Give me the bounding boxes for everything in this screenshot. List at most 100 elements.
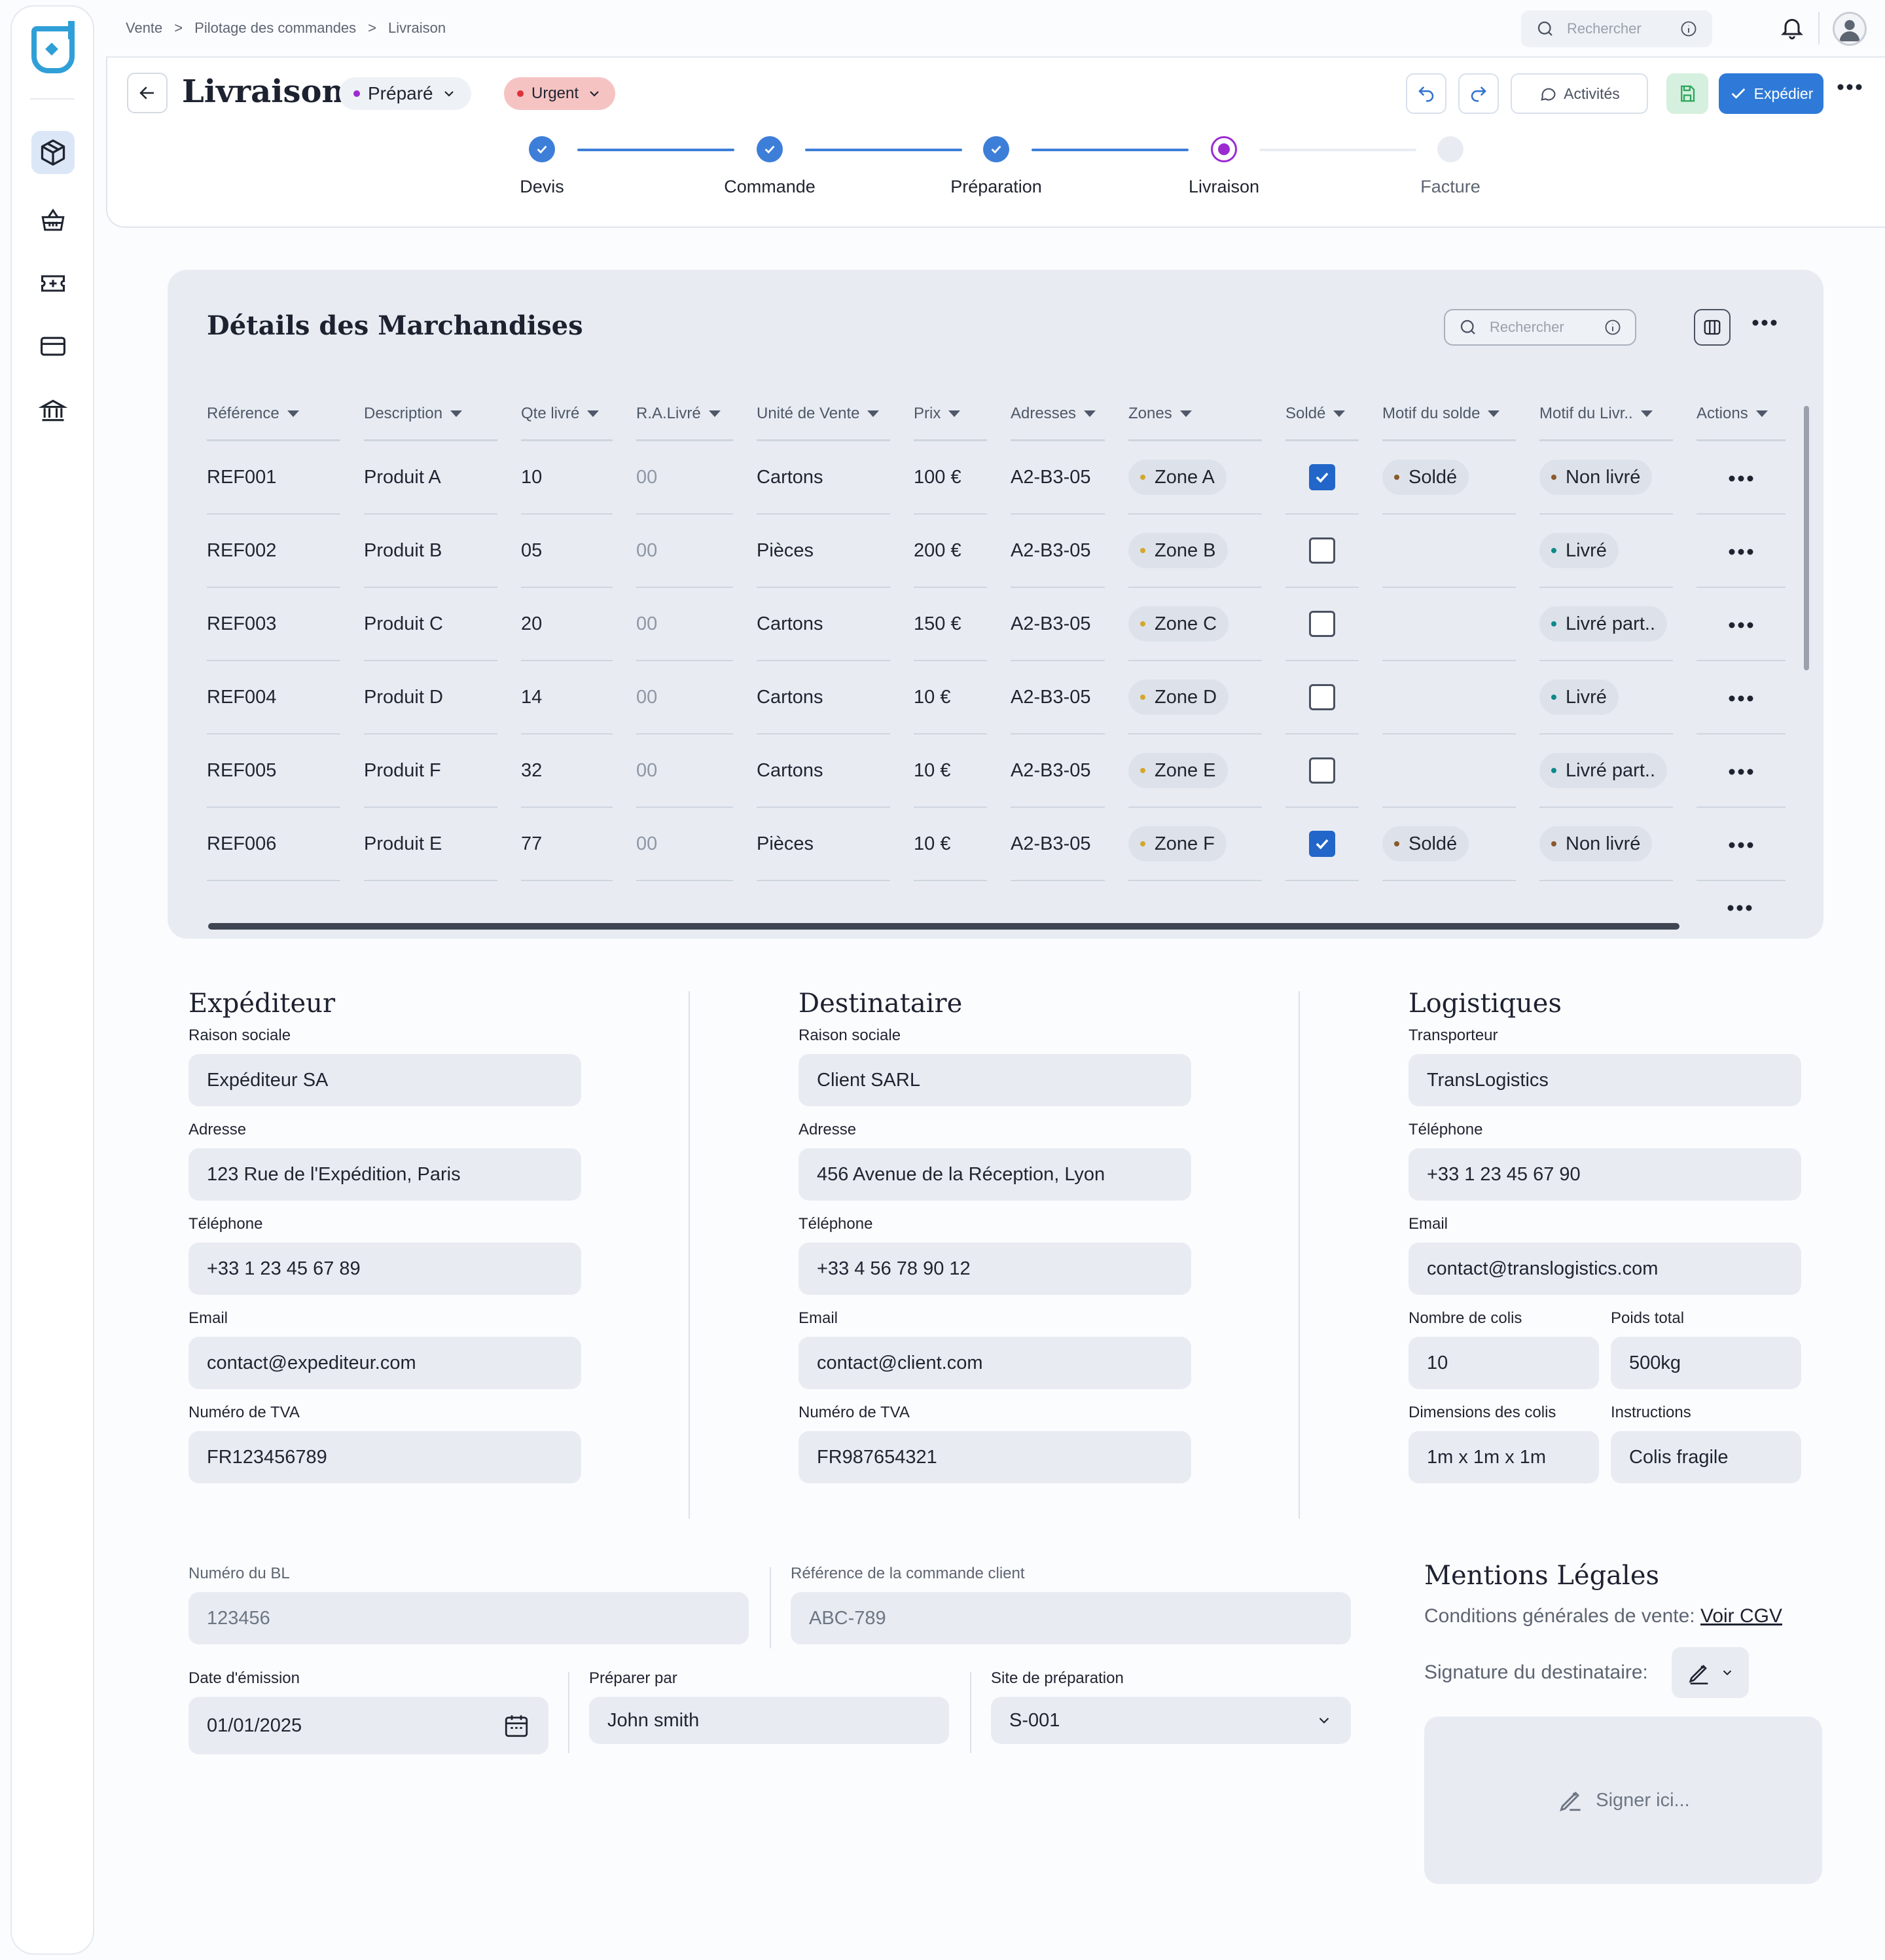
activities-button[interactable]: Activités — [1511, 73, 1648, 114]
breadcrumb-item[interactable]: Pilotage des commandes — [194, 20, 356, 37]
step-livraison[interactable]: Livraison — [1126, 136, 1322, 197]
horizontal-scrollbar[interactable] — [208, 923, 1679, 930]
delivery-status-chip[interactable]: Livré — [1539, 533, 1619, 568]
row-actions-button[interactable] — [1728, 687, 1754, 708]
row-actions-button[interactable] — [1728, 760, 1754, 782]
back-button[interactable] — [127, 73, 168, 113]
delivery-status-chip[interactable]: Livré part.. — [1539, 753, 1667, 788]
recipient-phone-field[interactable]: +33 4 56 78 90 12 — [799, 1243, 1191, 1295]
bl-number-field[interactable]: 123456 — [188, 1592, 749, 1644]
solde-checkbox[interactable] — [1309, 537, 1335, 564]
package-dimensions-field[interactable]: 1m x 1m x 1m — [1409, 1431, 1599, 1483]
column-header-zones[interactable]: Zones — [1128, 388, 1262, 441]
row-actions-button[interactable] — [1728, 467, 1754, 488]
column-header-solde[interactable]: Soldé — [1285, 388, 1359, 441]
row-actions-button[interactable] — [1728, 833, 1754, 855]
recipient-vat-field[interactable]: FR987654321 — [799, 1431, 1191, 1483]
zone-chip[interactable]: Zone B — [1128, 533, 1228, 568]
table-row[interactable]: REF006 Produit E 77 00 Pièces 10 € A2-B3-05 Zon… — [207, 808, 1786, 881]
column-header-qty[interactable]: Qte livré — [521, 388, 613, 441]
table-row[interactable]: REF003 Produit C 20 00 Cartons 150 € A2-B3-05 Z… — [207, 588, 1786, 661]
carrier-phone-field[interactable]: +33 1 23 45 67 90 — [1409, 1148, 1801, 1201]
column-header-description[interactable]: Description — [364, 388, 497, 441]
client-order-ref-field[interactable]: ABC-789 — [791, 1592, 1351, 1644]
sender-company-field[interactable]: Expéditeur SA — [188, 1054, 581, 1106]
redo-button[interactable] — [1458, 73, 1499, 114]
delivery-status-chip[interactable]: Livré — [1539, 680, 1619, 715]
status-dropdown[interactable]: Préparé — [339, 77, 471, 110]
zone-chip[interactable]: Zone A — [1128, 460, 1227, 495]
app-logo[interactable] — [31, 21, 75, 73]
zone-chip[interactable]: Zone F — [1128, 826, 1227, 862]
sidebar-item-basket[interactable] — [31, 199, 75, 242]
total-weight-field[interactable]: 500kg — [1611, 1337, 1801, 1389]
package-count-field[interactable]: 10 — [1409, 1337, 1599, 1389]
breadcrumb-item[interactable]: Vente — [126, 20, 162, 37]
table-row[interactable]: REF004 Produit D 14 00 Cartons 10 € A2-B3-05 Zo… — [207, 661, 1786, 735]
more-options-button[interactable] — [1837, 82, 1863, 95]
sender-vat-field[interactable]: FR123456789 — [188, 1431, 581, 1483]
column-header-unit[interactable]: Unité de Vente — [757, 388, 890, 441]
signature-pad[interactable]: Signer ici... — [1424, 1716, 1822, 1884]
issue-date-field[interactable]: 01/01/2025 — [188, 1697, 548, 1754]
solde-checkbox[interactable] — [1309, 611, 1335, 637]
sidebar-item-card[interactable] — [31, 325, 75, 368]
row-actions-button[interactable] — [1727, 903, 1753, 916]
global-search-input[interactable]: Rechercher — [1521, 10, 1712, 47]
step-devis[interactable]: Devis — [444, 136, 640, 197]
zone-chip[interactable]: Zone D — [1128, 680, 1229, 715]
priority-dropdown[interactable]: Urgent — [504, 77, 616, 110]
breadcrumb-item[interactable]: Livraison — [388, 20, 446, 37]
solde-checkbox[interactable] — [1309, 684, 1335, 710]
user-avatar[interactable] — [1833, 12, 1867, 46]
signature-tool-dropdown[interactable] — [1671, 1647, 1749, 1698]
delivery-status-chip[interactable]: Livré part.. — [1539, 606, 1667, 642]
instructions-field[interactable]: Colis fragile — [1611, 1431, 1801, 1483]
sidebar-item-bank[interactable] — [31, 389, 75, 432]
carrier-email-field[interactable]: contact@translogistics.com — [1409, 1243, 1801, 1295]
table-row[interactable]: REF001 Produit A 10 00 Cartons 100 € A2-B3-05 Z… — [207, 441, 1786, 515]
column-header-motif-solde[interactable]: Motif du solde — [1382, 388, 1516, 441]
notifications-button[interactable] — [1779, 14, 1805, 44]
step-facture[interactable]: Facture — [1352, 136, 1549, 197]
delivery-status-chip[interactable]: Non livré — [1539, 826, 1653, 862]
table-row[interactable]: REF002 Produit B 05 00 Pièces 200 € A2-B3-05 Zo… — [207, 515, 1786, 588]
save-button[interactable] — [1666, 73, 1708, 114]
column-header-actions[interactable]: Actions — [1696, 388, 1786, 441]
calendar-icon[interactable] — [503, 1712, 530, 1739]
ship-button[interactable]: Expédier — [1719, 73, 1823, 114]
sender-email-field[interactable]: contact@expediteur.com — [188, 1337, 581, 1389]
sidebar-item-box[interactable] — [31, 131, 75, 174]
prep-site-select[interactable]: S-001 — [991, 1697, 1351, 1744]
sender-address-field[interactable]: 123 Rue de l'Expédition, Paris — [188, 1148, 581, 1201]
prepared-by-field[interactable]: John smith — [589, 1697, 949, 1744]
step-preparation[interactable]: Préparation — [898, 136, 1094, 197]
sidebar-item-ticket[interactable] — [31, 262, 75, 305]
step-commande[interactable]: Commande — [672, 136, 868, 197]
undo-button[interactable] — [1406, 73, 1446, 114]
recipient-email-field[interactable]: contact@client.com — [799, 1337, 1191, 1389]
row-actions-button[interactable] — [1728, 540, 1754, 562]
table-more-button[interactable] — [1751, 318, 1778, 331]
delivery-status-chip[interactable]: Non livré — [1539, 460, 1653, 495]
column-header-reference[interactable]: Référence — [207, 388, 340, 441]
column-header-address[interactable]: Adresses — [1011, 388, 1105, 441]
columns-button[interactable] — [1694, 309, 1731, 346]
column-header-ra[interactable]: R.A.Livré — [636, 388, 733, 441]
recipient-company-field[interactable]: Client SARL — [799, 1054, 1191, 1106]
recipient-address-field[interactable]: 456 Avenue de la Réception, Lyon — [799, 1148, 1191, 1201]
zone-chip[interactable]: Zone C — [1128, 606, 1229, 642]
solde-checkbox[interactable] — [1309, 831, 1335, 857]
carrier-field[interactable]: TransLogistics — [1409, 1054, 1801, 1106]
zone-chip[interactable]: Zone E — [1128, 753, 1228, 788]
column-header-price[interactable]: Prix — [914, 388, 987, 441]
sender-phone-field[interactable]: +33 1 23 45 67 89 — [188, 1243, 581, 1295]
table-row[interactable]: REF005 Produit F 32 00 Cartons 10 € A2-B3-05 Zo… — [207, 735, 1786, 808]
table-search-input[interactable]: Rechercher — [1444, 309, 1636, 346]
cgv-link[interactable]: Voir CGV — [1700, 1605, 1782, 1627]
solde-checkbox[interactable] — [1309, 464, 1335, 490]
vertical-scrollbar[interactable] — [1804, 406, 1809, 670]
solde-checkbox[interactable] — [1309, 757, 1335, 784]
column-header-motif-livraison[interactable]: Motif du Livr.. — [1539, 388, 1673, 441]
row-actions-button[interactable] — [1728, 613, 1754, 635]
